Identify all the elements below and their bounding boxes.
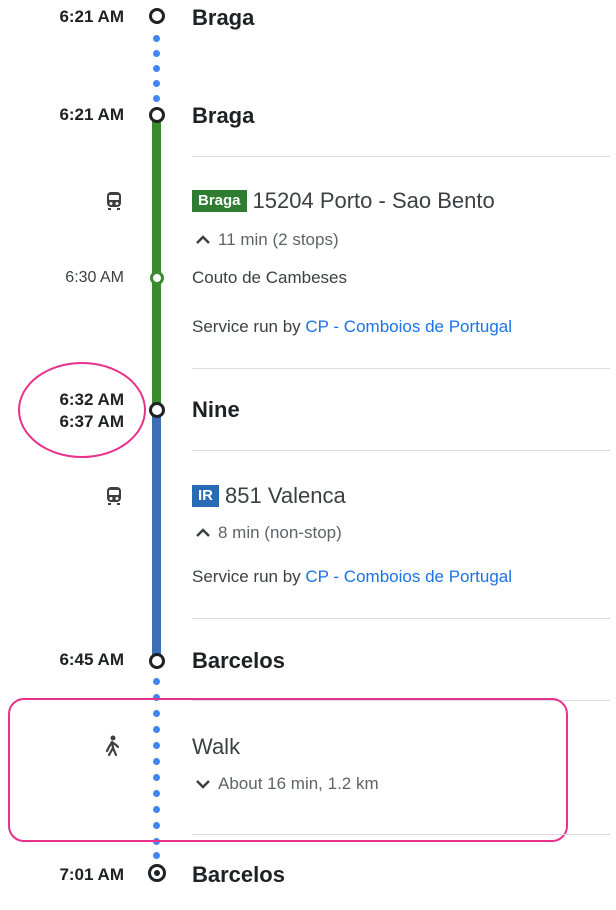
train-icon: [105, 486, 123, 511]
leg2-route-line: [152, 410, 161, 660]
arrival-time: 7:01 AM: [59, 865, 124, 884]
chevron-up-icon: [196, 229, 210, 251]
leg1-route-line: [152, 118, 161, 408]
departure-time: 6:21 AM: [59, 7, 124, 26]
duration-text: 11 min (2 stops): [218, 230, 339, 249]
stop-node: [149, 107, 165, 123]
line-badge: Braga: [192, 190, 247, 212]
stop-node: [149, 402, 165, 418]
highlight-ellipse: [18, 362, 146, 458]
intermediate-stop[interactable]: Couto de Cambeses: [192, 267, 347, 289]
stop-name[interactable]: Braga: [192, 4, 254, 32]
highlight-box: [8, 698, 568, 842]
stop-name[interactable]: Nine: [192, 396, 240, 424]
leg1-duration-toggle[interactable]: 11 min (2 stops): [196, 229, 339, 251]
divider: [192, 368, 610, 369]
chevron-down-icon: [196, 773, 210, 795]
chevron-up-icon: [196, 522, 210, 544]
stop-node: [149, 8, 165, 24]
duration-text: 8 min (non-stop): [218, 523, 342, 542]
service-prefix: Service run by: [192, 567, 306, 586]
intermediate-stop-node: [150, 271, 164, 285]
walk-detail-text: About 16 min, 1.2 km: [218, 774, 379, 793]
service-info: Service run by CP - Comboios de Portugal: [192, 566, 512, 588]
divider: [192, 834, 610, 835]
route-name: 15204 Porto - Sao Bento: [252, 188, 495, 213]
divider: [192, 156, 610, 157]
leg2-duration-toggle[interactable]: 8 min (non-stop): [196, 522, 342, 544]
route-name: 851 Valenca: [225, 483, 346, 508]
line-badge: IR: [192, 485, 219, 507]
operator-link[interactable]: CP - Comboios de Portugal: [305, 567, 512, 586]
arrival-time: 6:45 AM: [59, 650, 124, 669]
walk-icon: [104, 735, 120, 762]
destination-icon: [148, 864, 166, 882]
operator-link[interactable]: CP - Comboios de Portugal: [305, 317, 512, 336]
leg1-route[interactable]: Braga 15204 Porto - Sao Bento: [192, 187, 495, 215]
service-prefix: Service run by: [192, 317, 306, 336]
intermediate-time: 6:30 AM: [65, 269, 124, 286]
stop-name[interactable]: Braga: [192, 102, 254, 130]
divider: [192, 450, 610, 451]
walk-label[interactable]: Walk: [192, 733, 240, 761]
divider: [192, 618, 610, 619]
stop-node: [149, 653, 165, 669]
departure-time: 6:21 AM: [59, 105, 124, 124]
service-info: Service run by CP - Comboios de Portugal: [192, 316, 512, 338]
walk-details-toggle[interactable]: About 16 min, 1.2 km: [196, 773, 379, 795]
train-icon: [105, 191, 123, 216]
stop-name[interactable]: Barcelos: [192, 647, 285, 675]
stop-name[interactable]: Barcelos: [192, 861, 285, 889]
leg2-route[interactable]: IR 851 Valenca: [192, 482, 346, 510]
